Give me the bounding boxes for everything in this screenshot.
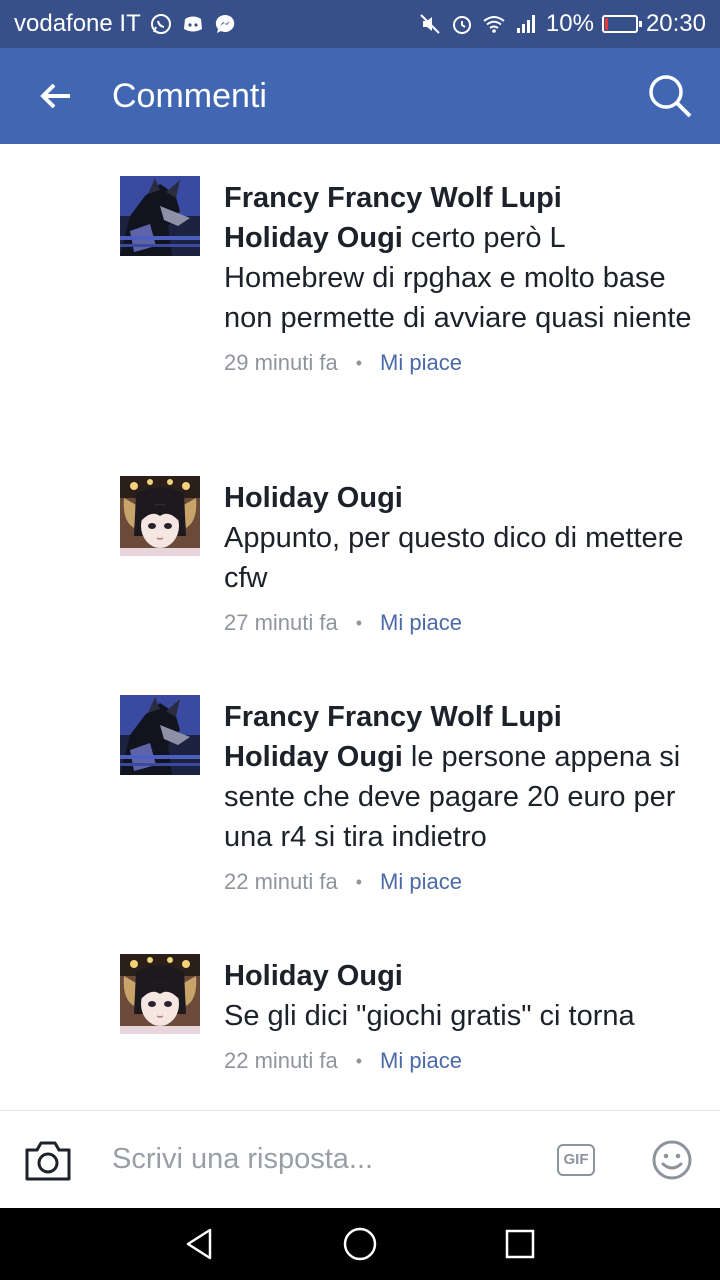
wifi-icon xyxy=(482,12,506,36)
battery-level-fill xyxy=(604,18,609,30)
comment-author[interactable]: Holiday Ougi xyxy=(224,482,403,514)
battery-icon xyxy=(601,15,642,33)
comment-author[interactable]: Holiday Ougi xyxy=(224,960,403,992)
reply-input[interactable] xyxy=(96,1129,528,1190)
comment-text-block: Holiday Ougi Se gli dici "giochi gratis"… xyxy=(224,956,694,1036)
wolf-avatar[interactable] xyxy=(120,695,200,775)
status-bar: vodafone IT 10% 20:30 xyxy=(0,0,720,48)
comment-content: Francy Francy Wolf Lupi Holiday Ougi cer… xyxy=(224,178,694,378)
like-button[interactable]: Mi piace xyxy=(380,348,462,378)
comment-meta: 29 minuti fa • Mi piace xyxy=(224,348,694,378)
comment-content: Holiday Ougi Appunto, per questo dico di… xyxy=(224,478,694,638)
comment-meta: 22 minuti fa • Mi piace xyxy=(224,867,694,897)
separator-dot: • xyxy=(355,1051,363,1071)
comment-time: 27 minuti fa xyxy=(224,610,338,635)
system-nav-bar xyxy=(0,1208,720,1280)
comment-mention[interactable]: Holiday Ougi xyxy=(224,741,403,773)
comment-content: Holiday Ougi Se gli dici "giochi gratis"… xyxy=(224,956,694,1076)
comment-time: 29 minuti fa xyxy=(224,350,338,375)
comment-time: 22 minuti fa xyxy=(224,1048,338,1073)
discord-icon xyxy=(181,12,205,36)
comment-text-block: Francy Francy Wolf Lupi Holiday Ougi cer… xyxy=(224,178,694,338)
anime-girl-avatar[interactable] xyxy=(120,476,200,556)
recents-square-icon xyxy=(505,1229,535,1259)
alarm-icon xyxy=(450,12,474,36)
gif-button[interactable]: GIF xyxy=(528,1111,624,1209)
comment-text: Se gli dici "giochi gratis" ci torna xyxy=(224,1000,635,1032)
nav-recents-button[interactable] xyxy=(480,1208,560,1280)
camera-button[interactable] xyxy=(0,1111,96,1209)
anime-girl-avatar[interactable] xyxy=(120,954,200,1034)
clock: 20:30 xyxy=(645,10,706,37)
comment-mention[interactable]: Holiday Ougi xyxy=(224,222,403,254)
page-title: Commenti xyxy=(112,76,267,115)
emoji-icon xyxy=(652,1140,692,1179)
carrier-name: vodafone IT xyxy=(14,10,141,37)
back-button[interactable] xyxy=(0,48,112,144)
like-button[interactable]: Mi piace xyxy=(380,1046,462,1076)
gif-icon: GIF xyxy=(557,1143,595,1176)
comment-time: 22 minuti fa xyxy=(224,869,338,894)
comment-meta: 22 minuti fa • Mi piace xyxy=(224,1046,694,1076)
wolf-avatar[interactable] xyxy=(120,176,200,256)
nav-back-button[interactable] xyxy=(160,1208,240,1280)
mute-icon xyxy=(418,12,442,36)
comment-author[interactable]: Francy Francy Wolf Lupi xyxy=(224,182,562,214)
app-header: Commenti xyxy=(0,48,720,144)
whatsapp-icon xyxy=(149,12,173,36)
battery-percent: 10% xyxy=(545,10,594,37)
back-triangle-icon xyxy=(186,1228,212,1260)
separator-dot: • xyxy=(355,872,363,892)
comment-text: Appunto, per questo dico di mettere cfw xyxy=(224,522,684,594)
comment-text-block: Holiday Ougi Appunto, per questo dico di… xyxy=(224,478,694,598)
home-circle-icon xyxy=(343,1227,377,1261)
nav-home-button[interactable] xyxy=(320,1208,400,1280)
comment-content: Francy Francy Wolf Lupi Holiday Ougi le … xyxy=(224,697,694,897)
search-icon xyxy=(649,75,692,118)
comment-meta: 27 minuti fa • Mi piace xyxy=(224,608,694,638)
search-button[interactable] xyxy=(620,48,720,144)
emoji-button[interactable] xyxy=(624,1111,720,1209)
reply-composer: GIF xyxy=(0,1110,720,1208)
separator-dot: • xyxy=(355,613,363,633)
like-button[interactable]: Mi piace xyxy=(380,867,462,897)
comment-author[interactable]: Francy Francy Wolf Lupi xyxy=(224,701,562,733)
comment-text-block: Francy Francy Wolf Lupi Holiday Ougi le … xyxy=(224,697,694,857)
signal-icon xyxy=(514,12,538,36)
messenger-icon xyxy=(213,12,237,36)
camera-icon xyxy=(25,1141,71,1180)
like-button[interactable]: Mi piace xyxy=(380,608,462,638)
back-arrow-icon xyxy=(40,83,70,109)
separator-dot: • xyxy=(355,353,363,373)
comment-list: Francy Francy Wolf Lupi Holiday Ougi cer… xyxy=(0,144,720,1110)
